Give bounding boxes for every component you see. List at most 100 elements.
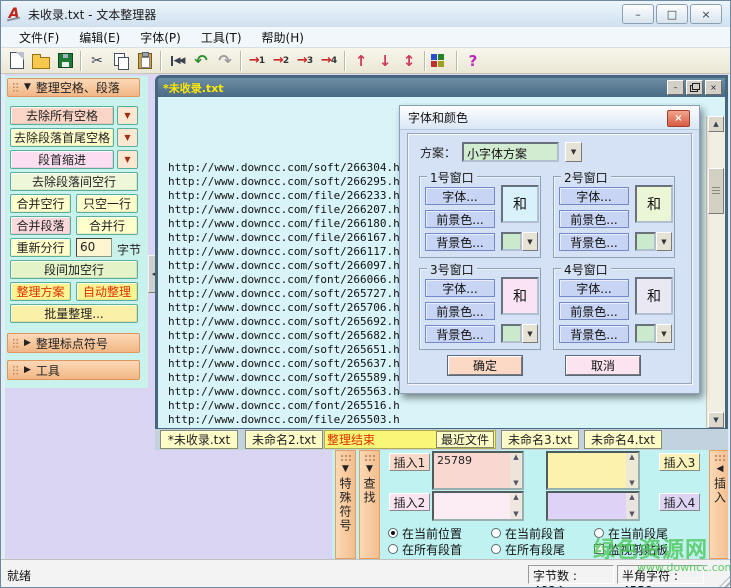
- trim-paragraph-spaces-button[interactable]: 去除段落首尾空格: [10, 128, 114, 147]
- scroll-up-icon[interactable]: ▲: [513, 454, 518, 461]
- recent-files-button[interactable]: 最近文件: [436, 431, 494, 448]
- rewrap-lines-button[interactable]: 重新分行: [10, 238, 71, 257]
- scroll-down-icon[interactable]: ▼: [629, 480, 634, 487]
- scheme-dropdown-button[interactable]: ▼: [565, 142, 582, 162]
- radio-option[interactable]: 在所有段首: [388, 541, 491, 558]
- scroll-down-button[interactable]: ▼: [708, 412, 724, 428]
- close-button[interactable]: ×: [690, 4, 722, 24]
- ok-button[interactable]: 确定: [448, 356, 522, 375]
- watch-clipboard-checkbox[interactable]: 监视剪贴板: [594, 541, 706, 558]
- insert-4-button[interactable]: 插入4: [659, 493, 700, 511]
- background-color-dropdown[interactable]: ▼: [522, 324, 538, 343]
- menu-item[interactable]: 字体(P): [130, 27, 191, 48]
- insert-2-field[interactable]: ▲▼: [432, 491, 524, 521]
- merge-blank-lines-button[interactable]: 合并空行: [10, 194, 71, 213]
- insert-4-field[interactable]: ▲▼: [546, 491, 640, 521]
- goto-window-3-button[interactable]: →3: [293, 50, 317, 72]
- vertical-scrollbar[interactable]: ▲ ▼: [706, 116, 725, 428]
- drag-grip-icon[interactable]: [12, 82, 19, 93]
- goto-window-4-button[interactable]: →4: [317, 50, 341, 72]
- rewrap-bytes-input[interactable]: 60: [76, 238, 112, 257]
- tab-doc-1[interactable]: *未收录.txt: [160, 430, 238, 449]
- radio-option[interactable]: 在所有段尾: [491, 541, 594, 558]
- menu-item[interactable]: 工具(T): [191, 27, 252, 48]
- font-button[interactable]: 字体...: [559, 279, 629, 297]
- font-button[interactable]: 字体...: [425, 187, 495, 205]
- background-color-swatch[interactable]: [501, 324, 522, 343]
- tab-doc-4[interactable]: 未命名4.txt: [584, 430, 662, 449]
- scroll-up-button[interactable]: ▲: [708, 116, 724, 132]
- remove-all-spaces-dropdown[interactable]: ▼: [117, 106, 138, 125]
- scroll-up-icon[interactable]: ▲: [629, 454, 634, 461]
- menu-item[interactable]: 编辑(E): [69, 27, 130, 48]
- trim-paragraph-spaces-dropdown[interactable]: ▼: [117, 128, 138, 147]
- field-scrollbar[interactable]: ▲▼: [510, 453, 522, 488]
- open-file-button[interactable]: [29, 50, 53, 72]
- block-view-button[interactable]: [429, 50, 453, 72]
- sidebar-section-tools[interactable]: ▶ 工具: [7, 360, 140, 380]
- move-down-button[interactable]: ↓: [373, 50, 397, 72]
- redo-button[interactable]: ↷: [213, 50, 237, 72]
- move-up-down-button[interactable]: ↕: [397, 50, 421, 72]
- foreground-color-button[interactable]: 前景色...: [559, 302, 629, 320]
- sidebar-section-spaces-header[interactable]: ▼ 整理空格、段落: [7, 78, 140, 97]
- background-color-button[interactable]: 背景色...: [425, 325, 495, 343]
- menu-item[interactable]: 帮助(H): [252, 27, 314, 48]
- drag-grip-icon[interactable]: [12, 365, 19, 376]
- paste-button[interactable]: [133, 50, 157, 72]
- cancel-button[interactable]: 取消: [566, 356, 640, 375]
- tab-doc-2[interactable]: 未命名2.txt: [245, 430, 323, 449]
- goto-window-1-button[interactable]: →1: [245, 50, 269, 72]
- scroll-down-icon[interactable]: ▼: [629, 511, 634, 518]
- go-first-button[interactable]: ◀◀: [165, 50, 189, 72]
- sidebar-section-punctuation[interactable]: ▶ 整理标点符号: [7, 333, 140, 353]
- remove-blank-lines-button[interactable]: 去除段落间空行: [10, 172, 138, 191]
- insert-1-button[interactable]: 插入1: [389, 453, 430, 471]
- radio-option[interactable]: 在当前段首: [491, 525, 594, 542]
- background-color-swatch[interactable]: [635, 324, 656, 343]
- foreground-color-button[interactable]: 前景色...: [425, 302, 495, 320]
- field-scrollbar[interactable]: ▲▼: [626, 453, 638, 488]
- insert-3-button[interactable]: 插入3: [659, 453, 700, 471]
- radio-option[interactable]: 在当前位置: [388, 525, 491, 542]
- document-window-titlebar[interactable]: *未收录.txt: [158, 78, 725, 97]
- new-file-button[interactable]: [5, 50, 29, 72]
- help-button[interactable]: ?: [461, 50, 485, 72]
- drag-grip-icon[interactable]: [340, 454, 352, 462]
- drag-grip-icon[interactable]: [714, 454, 726, 462]
- merge-lines-button[interactable]: 合并行: [76, 216, 138, 235]
- background-color-dropdown[interactable]: ▼: [656, 324, 672, 343]
- background-color-swatch[interactable]: [635, 232, 656, 251]
- field-scrollbar[interactable]: ▲▼: [626, 493, 638, 519]
- minimize-button[interactable]: –: [622, 4, 654, 24]
- foreground-color-button[interactable]: 前景色...: [425, 210, 495, 228]
- keep-one-blank-button[interactable]: 只空一行: [76, 194, 138, 213]
- merge-paragraphs-button[interactable]: 合并段落: [10, 216, 71, 235]
- scrollbar-thumb[interactable]: [708, 168, 724, 214]
- cut-button[interactable]: ✂: [85, 50, 109, 72]
- background-color-button[interactable]: 背景色...: [425, 233, 495, 251]
- scroll-up-icon[interactable]: ▲: [513, 494, 518, 501]
- background-color-button[interactable]: 背景色...: [559, 233, 629, 251]
- field-scrollbar[interactable]: ▲▼: [510, 493, 522, 519]
- radio-option[interactable]: 在当前段尾: [594, 525, 706, 542]
- font-button[interactable]: 字体...: [559, 187, 629, 205]
- save-file-button[interactable]: [53, 50, 77, 72]
- drag-grip-icon[interactable]: [12, 338, 19, 349]
- indent-first-line-button[interactable]: 段首缩进: [10, 150, 114, 169]
- background-color-dropdown[interactable]: ▼: [522, 232, 538, 251]
- move-up-button[interactable]: ↑: [349, 50, 373, 72]
- insert-2-button[interactable]: 插入2: [389, 493, 430, 511]
- batch-tidy-button[interactable]: 批量整理...: [10, 304, 138, 323]
- add-blank-between-button[interactable]: 段间加空行: [10, 260, 138, 279]
- tidy-scheme-button[interactable]: 整理方案: [10, 282, 71, 301]
- background-color-dropdown[interactable]: ▼: [656, 232, 672, 251]
- insert-side-bar[interactable]: ◀ 插入: [709, 450, 731, 559]
- resize-grip[interactable]: [718, 575, 731, 588]
- dialog-titlebar[interactable]: 字体和颜色: [400, 106, 699, 130]
- special-symbols-bar[interactable]: ▼ 特殊符号: [335, 450, 356, 559]
- scroll-up-icon[interactable]: ▲: [629, 494, 634, 501]
- doc-minimize-button[interactable]: –: [667, 80, 684, 95]
- insert-1-field[interactable]: 25789 ▲▼: [432, 451, 524, 490]
- scroll-down-icon[interactable]: ▼: [513, 511, 518, 518]
